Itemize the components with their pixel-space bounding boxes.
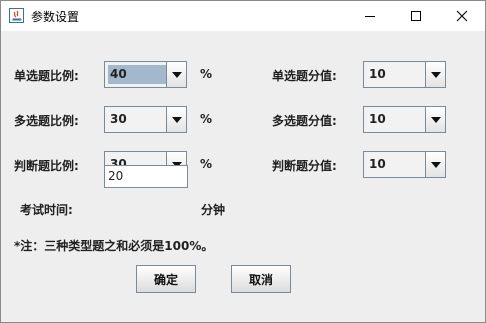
- dialog-window: 参数设置 单选题比例: 40 % 单选题分值: 10 多选题比例: 30 % 多…: [0, 0, 486, 323]
- multi-choice-score-label: 多选题分值:: [272, 114, 337, 128]
- single-choice-score-select[interactable]: 10: [363, 61, 446, 88]
- confirm-button[interactable]: 确定: [136, 265, 196, 293]
- note-text: *注：三种类型题之和必须是100%。: [14, 239, 214, 253]
- minutes-unit: 分钟: [201, 203, 226, 217]
- close-button[interactable]: [439, 1, 485, 31]
- multi-choice-ratio-select[interactable]: 30: [104, 106, 187, 133]
- exam-time-input[interactable]: 20: [104, 165, 188, 188]
- chevron-down-icon: [171, 71, 182, 78]
- chevron-down-icon: [430, 116, 441, 123]
- settings-panel: 单选题比例: 40 % 单选题分值: 10 多选题比例: 30 % 多选题分值:…: [1, 31, 485, 322]
- true-false-score-label: 判断题分值:: [272, 159, 337, 173]
- window-title: 参数设置: [31, 10, 80, 24]
- dropdown-arrow-button[interactable]: [425, 62, 445, 87]
- single-choice-ratio-select[interactable]: 40: [104, 61, 187, 88]
- multi-choice-score-value: 10: [369, 112, 386, 126]
- single-choice-score-label: 单选题分值:: [272, 69, 337, 83]
- single-choice-score-value: 10: [369, 67, 386, 81]
- exam-time-label: 考试时间:: [20, 203, 73, 217]
- chevron-down-icon: [171, 116, 182, 123]
- dropdown-arrow-button[interactable]: [166, 62, 186, 87]
- dropdown-arrow-button[interactable]: [425, 107, 445, 132]
- chevron-down-icon: [430, 161, 441, 168]
- dropdown-arrow-button[interactable]: [166, 107, 186, 132]
- close-icon: [456, 10, 468, 22]
- minimize-button[interactable]: [347, 1, 393, 31]
- single-choice-ratio-label: 单选题比例:: [14, 69, 79, 83]
- maximize-icon: [411, 11, 421, 21]
- multi-choice-ratio-label: 多选题比例:: [14, 114, 79, 128]
- cancel-button[interactable]: 取消: [231, 265, 291, 293]
- maximize-button[interactable]: [393, 1, 439, 31]
- title-bar[interactable]: 参数设置: [1, 1, 485, 31]
- single-choice-ratio-value: 40: [108, 65, 168, 84]
- percent-unit: %: [200, 112, 213, 126]
- percent-unit: %: [200, 157, 213, 171]
- dropdown-arrow-button[interactable]: [425, 152, 445, 177]
- java-app-icon: [9, 8, 24, 23]
- true-false-ratio-label: 判断题比例:: [14, 159, 79, 173]
- multi-choice-ratio-value: 30: [110, 112, 127, 126]
- chevron-down-icon: [430, 71, 441, 78]
- minimize-icon: [365, 16, 375, 17]
- percent-unit: %: [200, 67, 213, 81]
- true-false-score-value: 10: [369, 157, 386, 171]
- true-false-score-select[interactable]: 10: [363, 151, 446, 178]
- multi-choice-score-select[interactable]: 10: [363, 106, 446, 133]
